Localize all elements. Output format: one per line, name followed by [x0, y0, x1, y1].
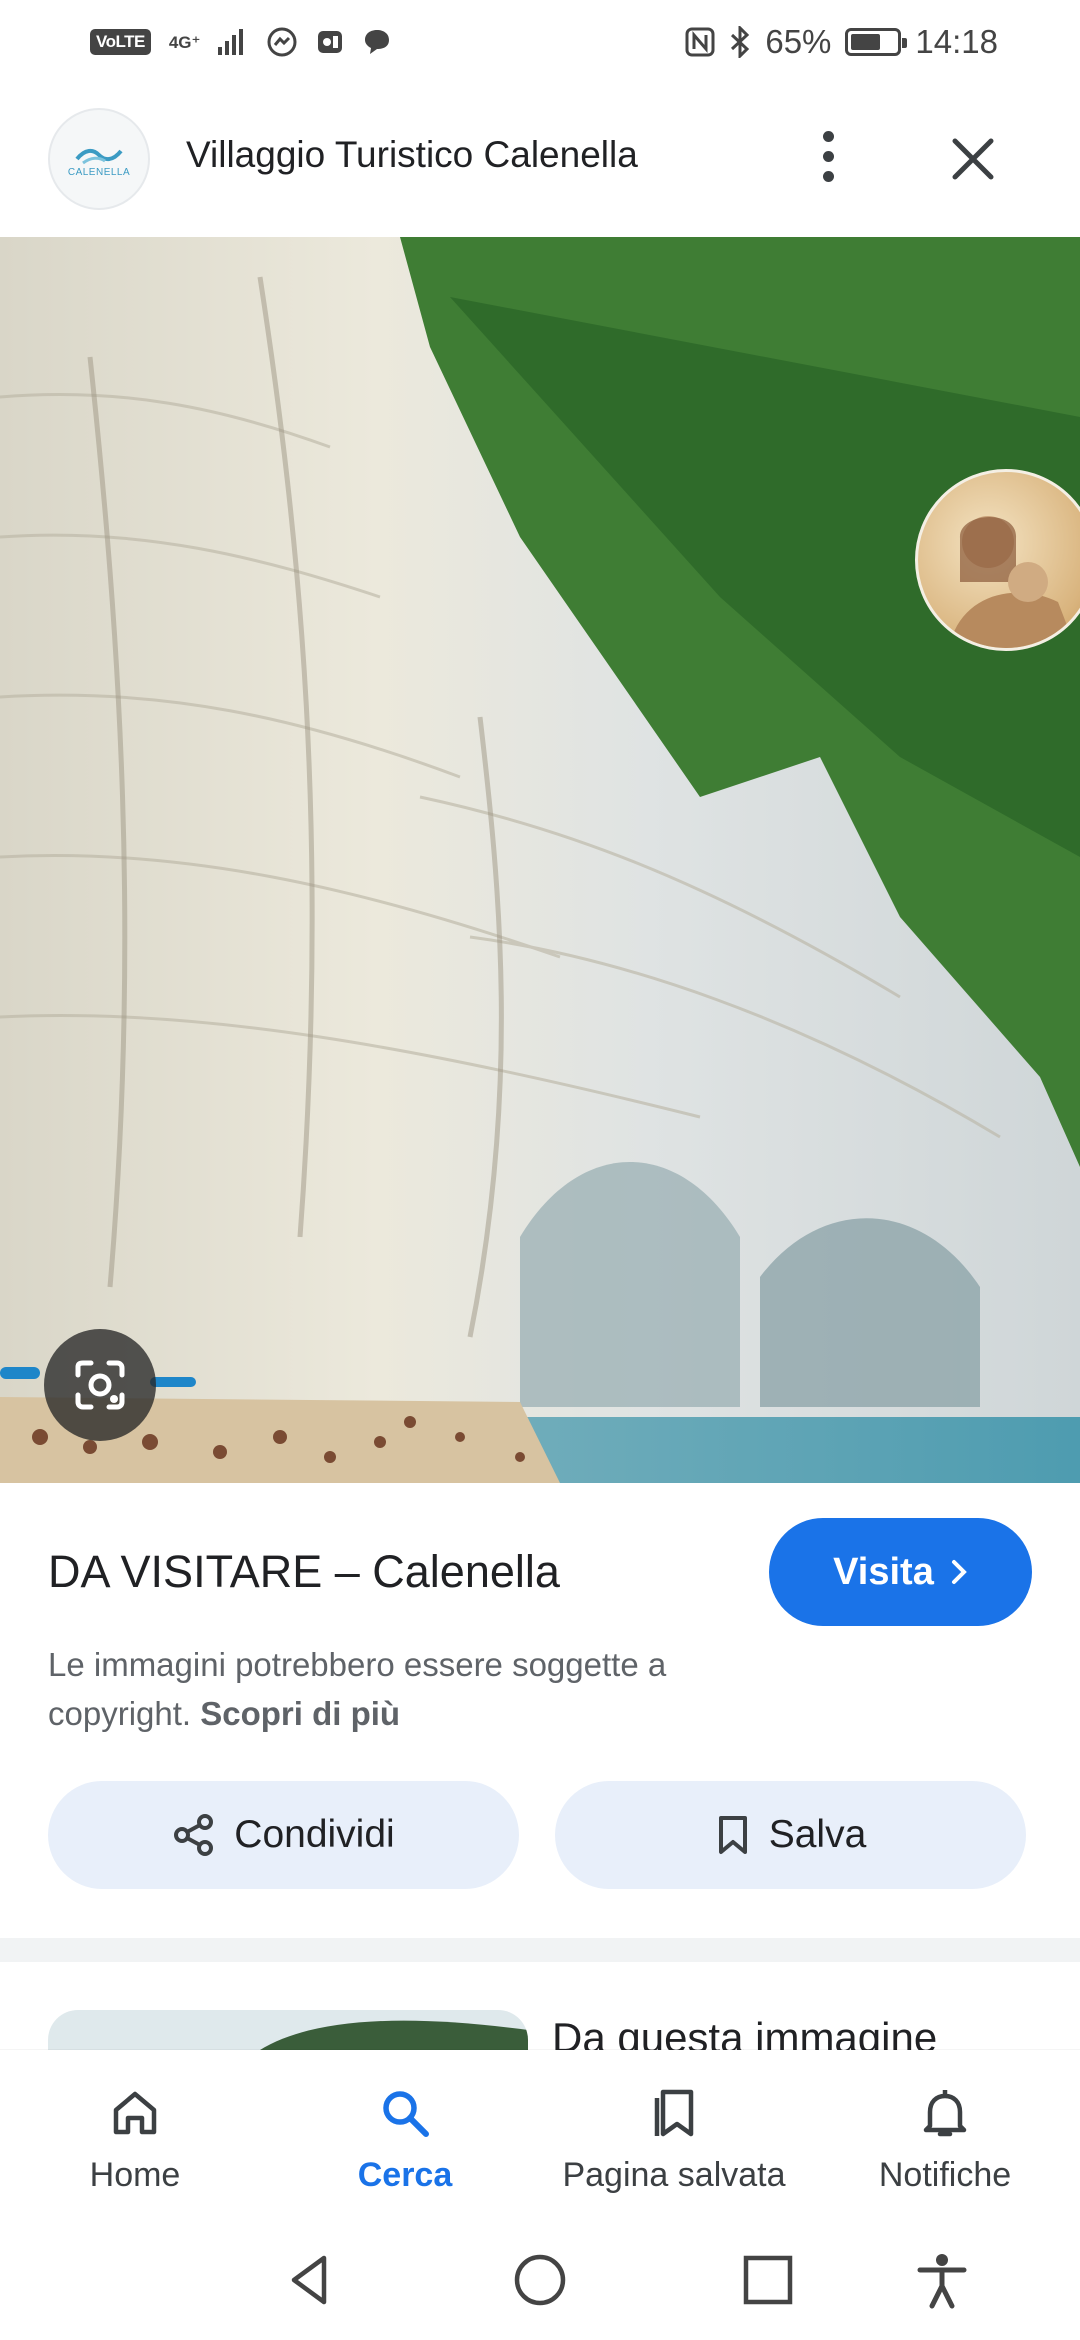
portrait-drawing: [948, 516, 1076, 648]
bookmark-icon: [718, 1816, 747, 1854]
more-options-button[interactable]: [806, 124, 850, 188]
app-notification-icon: [318, 31, 343, 53]
copyright-notice: Le immagini potrebbero essere soggette a…: [48, 1640, 808, 1738]
visit-label: Visita: [833, 1550, 934, 1593]
bottom-nav: Home Cerca Pagina salvata Notifiche: [0, 2050, 1080, 2220]
messenger-icon: [267, 27, 297, 57]
search-icon: [383, 2091, 429, 2137]
lens-icon: [75, 1360, 125, 1410]
wave-logo-icon: [75, 148, 123, 164]
network-type: 4G⁺: [168, 32, 201, 52]
signal-icon: [218, 29, 244, 55]
battery-percent: 65%: [765, 23, 832, 60]
more-dot-icon: [822, 150, 834, 162]
logo-text: CALENELLA: [67, 166, 131, 178]
status-right: 65% 14:18: [685, 23, 998, 61]
section-divider: [0, 1938, 1080, 1962]
battery-icon: [845, 28, 908, 56]
share-button[interactable]: Condividi: [48, 1781, 519, 1889]
cliff-beach-photo: [0, 237, 1080, 1483]
volte-badge: VoLTE: [90, 29, 151, 55]
nav-notifications-label: Notifiche: [878, 2156, 1012, 2194]
google-lens-button[interactable]: [44, 1329, 156, 1441]
learn-more-link[interactable]: Scopri di più: [200, 1695, 400, 1732]
home-icon: [113, 2091, 157, 2135]
nav-saved-label: Pagina salvata: [562, 2156, 786, 2194]
bell-icon: [923, 2090, 967, 2137]
status-left: VoLTE 4G⁺: [90, 26, 392, 58]
back-icon[interactable]: [280, 2250, 340, 2310]
status-bar: VoLTE 4G⁺ 65% 14:18: [0, 0, 1080, 84]
app-header: CALENELLA Villaggio Turistico Calenella: [0, 104, 1080, 214]
save-label: Salva: [768, 1813, 867, 1856]
result-image[interactable]: [0, 237, 1080, 1483]
nav-search[interactable]: Cerca: [275, 2084, 535, 2195]
bluetooth-icon: [731, 26, 750, 58]
nav-search-label: Cerca: [357, 2156, 453, 2194]
site-title: Villaggio Turistico Calenella: [186, 134, 638, 175]
clock: 14:18: [915, 23, 998, 60]
chat-bubble-icon: [365, 30, 390, 54]
more-dot-icon: [822, 130, 834, 142]
accessibility-icon[interactable]: [912, 2250, 972, 2310]
image-title: DA VISITARE – Calenella: [48, 1546, 560, 1597]
nav-home-label: Home: [89, 2156, 181, 2194]
home-circle-icon[interactable]: [510, 2250, 570, 2310]
site-logo[interactable]: CALENELLA: [48, 108, 150, 210]
save-button[interactable]: Salva: [555, 1781, 1026, 1889]
visit-button[interactable]: Visita: [769, 1518, 1032, 1626]
more-dot-icon: [822, 170, 834, 182]
saved-page-icon: [654, 2089, 694, 2137]
share-icon: [174, 1814, 214, 1856]
battery-fill: [851, 34, 880, 50]
recents-icon[interactable]: [738, 2250, 798, 2310]
nav-notifications[interactable]: Notifiche: [815, 2084, 1075, 2195]
close-icon[interactable]: [942, 128, 1004, 190]
nfc-icon: [685, 27, 715, 57]
nav-saved[interactable]: Pagina salvata: [544, 2084, 804, 2195]
share-label: Condividi: [234, 1813, 395, 1856]
nav-home[interactable]: Home: [5, 2084, 265, 2195]
system-nav-bar: [0, 2220, 1080, 2340]
chevron-right-icon: [951, 1560, 967, 1584]
